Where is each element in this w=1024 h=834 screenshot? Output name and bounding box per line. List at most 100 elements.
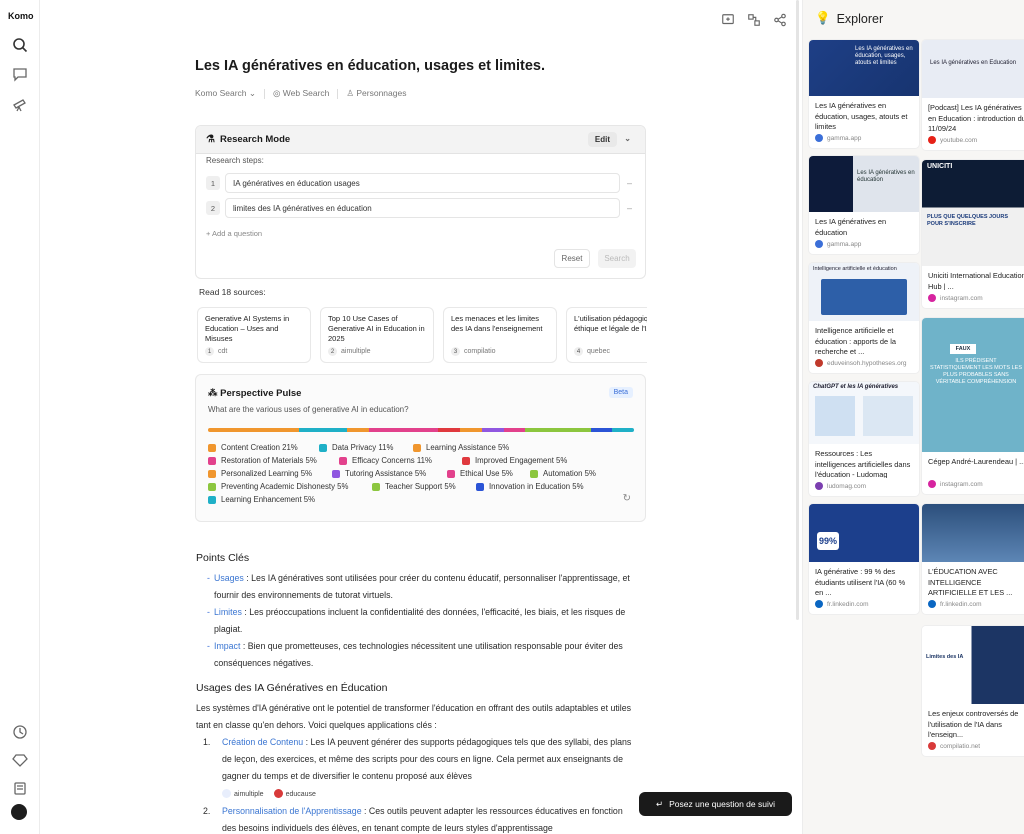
search-icon[interactable] bbox=[10, 35, 30, 55]
chevron-down-icon[interactable]: ⌄ bbox=[624, 134, 631, 143]
legend-item: Tutoring Assistance 5% bbox=[332, 469, 426, 478]
key-point-link[interactable]: Impact bbox=[214, 641, 240, 651]
source-number: 1 bbox=[205, 347, 214, 356]
card-caption: Ressources : Les intelligences artificie… bbox=[815, 449, 911, 478]
perspective-title-text: Perspective Pulse bbox=[220, 388, 302, 399]
telescope-icon[interactable] bbox=[10, 94, 30, 114]
infographic-graphic bbox=[815, 396, 855, 436]
legend-label: Personalized Learning 5% bbox=[221, 469, 313, 478]
follow-up-button[interactable]: ↵ Posez une question de suivi bbox=[639, 792, 792, 816]
diamond-icon[interactable] bbox=[10, 750, 30, 770]
source-title: Les menaces et les limites des IA dans l… bbox=[451, 314, 543, 333]
perspective-bar-segment bbox=[438, 428, 461, 432]
perspective-bar-segment bbox=[525, 428, 548, 432]
explorer-card[interactable]: FAUX ILS PRÉDISENT STATISTIQUEMENT LES M… bbox=[922, 318, 1024, 494]
source-site: cdt bbox=[218, 348, 228, 355]
komo-search-dropdown[interactable]: Komo Search ⌄ bbox=[195, 88, 256, 99]
source-card[interactable]: Top 10 Use Cases of Generative AI in Edu… bbox=[320, 307, 434, 363]
brand-logo[interactable]: Komo bbox=[8, 11, 34, 21]
add-question-button[interactable]: + Add a question bbox=[206, 229, 262, 238]
chat-icon[interactable] bbox=[10, 64, 30, 84]
card-domain: gamma.app bbox=[827, 134, 862, 142]
legend-swatch bbox=[208, 456, 216, 465]
return-icon: ↵ bbox=[656, 798, 664, 809]
card-domain: instagram.com bbox=[940, 294, 983, 302]
source-site: compilatio bbox=[464, 348, 496, 355]
explorer-card[interactable]: Les IA génératives en éducation, usages,… bbox=[809, 40, 919, 148]
infographic-graphic bbox=[863, 396, 913, 436]
source-card[interactable]: L'utilisation pédagogique éthique et lég… bbox=[566, 307, 647, 363]
legend-item: Ethical Use 5% bbox=[447, 469, 513, 478]
remove-step-button[interactable]: – bbox=[627, 203, 632, 213]
remove-step-button[interactable]: – bbox=[627, 178, 632, 188]
legend-label: Learning Enhancement 5% bbox=[221, 495, 316, 504]
card-image: Limites des IA bbox=[922, 626, 1024, 704]
mindmap-icon[interactable] bbox=[746, 12, 762, 28]
step-input[interactable]: limites des IA génératives en éducation bbox=[225, 198, 620, 218]
search-button[interactable]: Search bbox=[598, 249, 636, 268]
card-image-text: PLUS QUE QUELQUES JOURS POUR S'INSCRIRE bbox=[927, 214, 1008, 227]
legend-label: Data Privacy 11% bbox=[332, 443, 394, 452]
step-number: 2 bbox=[206, 201, 220, 215]
key-point-link[interactable]: Usages bbox=[214, 573, 244, 583]
legend-item: Preventing Academic Dishonesty 5% bbox=[208, 482, 348, 491]
usages-title: Usages des IA Génératives en Éducation bbox=[196, 682, 388, 694]
explorer-card[interactable]: L'ÉDUCATION AVEC INTELLIGENCE ARTIFICIEL… bbox=[922, 504, 1024, 614]
diagram-graphic bbox=[821, 279, 907, 315]
sources-label: Read 18 sources: bbox=[199, 287, 266, 297]
explorer-card[interactable]: Les IA génératives en éducation Les IA g… bbox=[809, 156, 919, 254]
card-image-text: 99% bbox=[817, 532, 839, 550]
personnages-toggle[interactable]: ♙ Personnages bbox=[346, 88, 406, 99]
citation-label: educause bbox=[285, 790, 316, 798]
legend-item: Efficacy Concerns 11% bbox=[339, 456, 432, 465]
explorer-card[interactable]: ChatGPT et les IA génératives Ressources… bbox=[809, 382, 919, 496]
history-icon[interactable] bbox=[10, 722, 30, 742]
perspective-question: What are the various uses of generative … bbox=[208, 405, 409, 414]
beta-badge: Beta bbox=[608, 387, 633, 398]
card-caption: L'ÉDUCATION AVEC INTELLIGENCE ARTIFICIEL… bbox=[928, 567, 1013, 596]
new-chat-icon[interactable] bbox=[720, 12, 736, 28]
explorer-header: 💡 Explorer bbox=[815, 11, 883, 26]
research-mode-title: Research Mode bbox=[219, 134, 291, 145]
explorer-card[interactable]: 99% IA générative : 99 % des étudiants u… bbox=[809, 504, 919, 614]
list-item-link[interactable]: Création de Contenu bbox=[222, 737, 303, 747]
card-image: FAUX ILS PRÉDISENT STATISTIQUEMENT LES M… bbox=[922, 318, 1024, 452]
scrollbar[interactable] bbox=[796, 0, 799, 620]
key-point-link[interactable]: Limites bbox=[214, 607, 242, 617]
card-domain: ludomag.com bbox=[827, 482, 867, 490]
source-title: Generative AI Systems in Education – Use… bbox=[205, 314, 290, 343]
legend-label: Restoration of Materials 5% bbox=[221, 456, 317, 465]
explorer-card[interactable]: UNICITI PLUS QUE QUELQUES JOURS POUR S'I… bbox=[922, 160, 1024, 308]
explorer-card[interactable]: Limites des IA Les enjeux controversés d… bbox=[922, 626, 1024, 756]
perspective-bar-segment bbox=[481, 428, 504, 432]
source-card[interactable]: Generative AI Systems in Education – Use… bbox=[197, 307, 311, 363]
source-number: 4 bbox=[574, 347, 583, 356]
legend-swatch bbox=[372, 482, 380, 491]
citation-chip[interactable]: aimultiple bbox=[222, 786, 264, 803]
perspective-bar-segment bbox=[568, 428, 591, 432]
edit-button[interactable]: Edit bbox=[587, 132, 617, 147]
card-domain: eduveinsoh.hypotheses.org bbox=[827, 359, 907, 367]
user-avatar[interactable] bbox=[11, 804, 27, 820]
card-image: Intelligence artificielle et éducation bbox=[809, 263, 919, 321]
step-input[interactable]: IA génératives en éducation usages bbox=[225, 173, 620, 193]
refresh-icon[interactable]: ↻ bbox=[623, 493, 631, 504]
legend-label: Content Creation 21% bbox=[221, 443, 298, 452]
source-title: Top 10 Use Cases of Generative AI in Edu… bbox=[328, 314, 425, 343]
source-card[interactable]: Les menaces et les limites des IA dans l… bbox=[443, 307, 557, 363]
citation-chip[interactable]: educause bbox=[273, 786, 316, 803]
explorer-card[interactable]: Intelligence artificielle et éducation I… bbox=[809, 263, 919, 373]
web-search-toggle[interactable]: ◎ Web Search bbox=[273, 88, 329, 99]
legend-item: Teacher Support 5% bbox=[372, 482, 456, 491]
key-point: Impact : Bien que prometteuses, ces tech… bbox=[196, 638, 636, 672]
card-image-text: Les IA génératives en éducation, usages,… bbox=[855, 46, 913, 66]
reset-button[interactable]: Reset bbox=[554, 249, 590, 268]
card-image-text: Limites des IA bbox=[926, 654, 964, 660]
library-icon[interactable] bbox=[10, 778, 30, 798]
explorer-card[interactable]: Les IA génératives en Education [Podcast… bbox=[922, 40, 1024, 150]
key-point: Limites : Les préoccupations incluent la… bbox=[196, 604, 636, 638]
komo-search-label: Komo Search bbox=[195, 88, 247, 98]
share-icon[interactable] bbox=[772, 12, 788, 28]
list-item-link[interactable]: Personnalisation de l'Apprentissage bbox=[222, 806, 362, 816]
card-caption: Les IA génératives en éducation, usages,… bbox=[815, 101, 908, 130]
